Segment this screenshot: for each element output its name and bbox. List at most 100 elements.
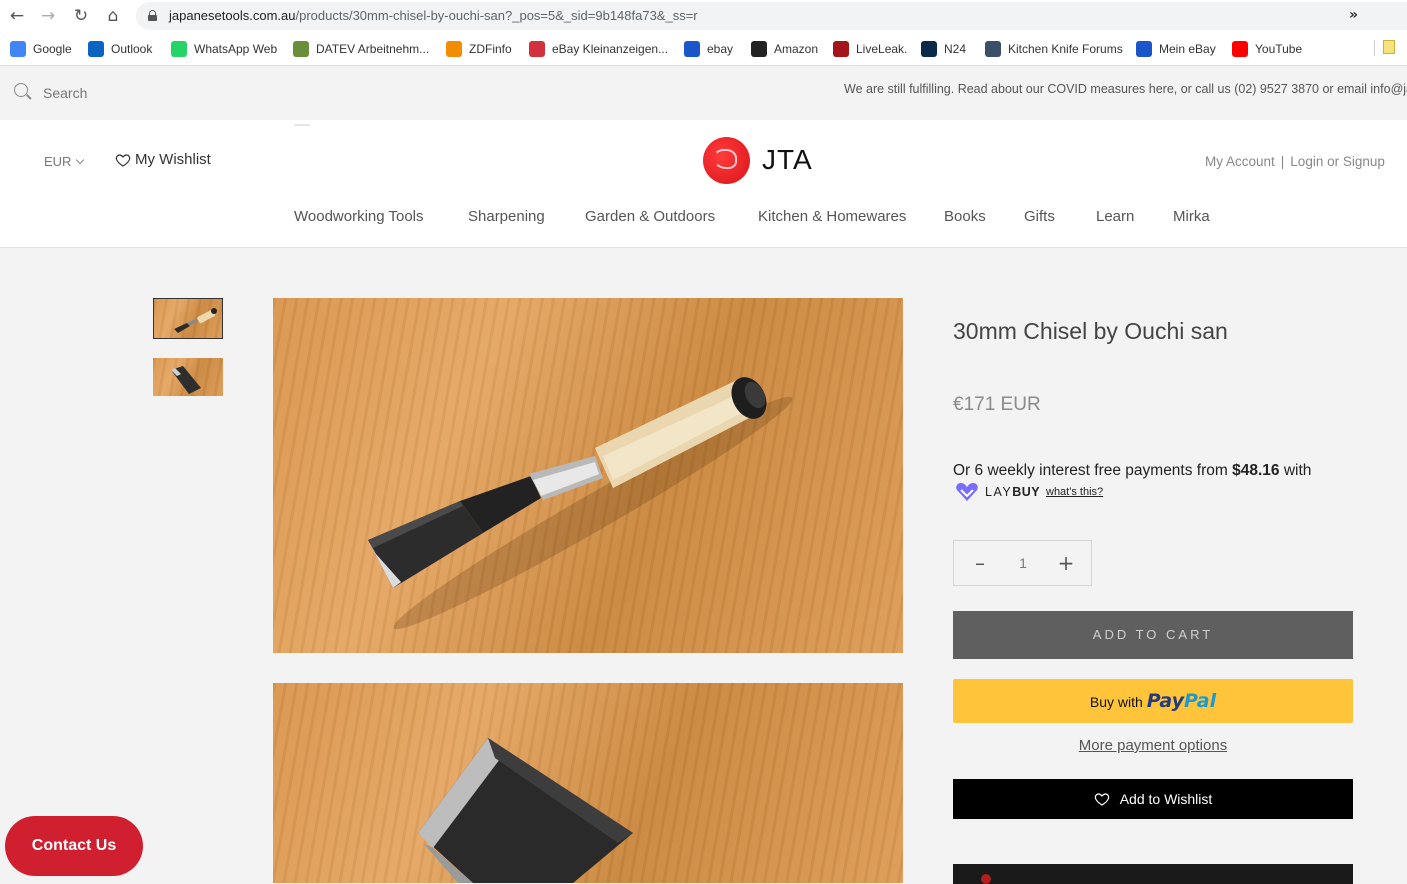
search-icon (14, 83, 32, 101)
announcement-bar: We are still fulfilling. Read about our … (0, 67, 1407, 120)
bookmark-liveleak[interactable]: LiveLeak. (833, 40, 907, 58)
bookmark-label: Google (33, 42, 72, 56)
nav-mirka[interactable]: Mirka (1173, 208, 1210, 225)
google-icon (10, 41, 26, 57)
kkf-icon (985, 41, 1001, 57)
url-text[interactable]: japanesetools.com.au/products/30mm-chise… (169, 8, 698, 23)
currency-label: EUR (44, 154, 72, 169)
bookmark-zdfinfo[interactable]: ZDFinfo (446, 40, 512, 58)
product-title: 30mm Chisel by Ouchi san (953, 318, 1228, 344)
contact-us-button[interactable]: Contact Us (5, 816, 143, 876)
product-thumbnail-2[interactable] (153, 358, 223, 396)
search-input[interactable] (43, 83, 343, 103)
minus-icon[interactable]: – (970, 553, 990, 573)
bookmark-label: ebay (707, 42, 734, 56)
laybuy-logo: LAYBUY (955, 482, 1040, 502)
bookmark-kitchen-knife-forums[interactable]: Kitchen Knife Forums (985, 40, 1123, 58)
home-icon[interactable]: ⌂ (102, 6, 124, 26)
add-to-cart-button[interactable]: ADD TO CART (953, 611, 1353, 659)
bookmark-datev-arbeitnehm[interactable]: DATEV Arbeitnehm... (293, 40, 429, 58)
bookmark-label: DATEV Arbeitnehm... (316, 42, 430, 56)
nav-garden-outdoors[interactable]: Garden & Outdoors (585, 208, 715, 225)
kleinanzeigen-icon (529, 41, 545, 57)
paypal-logo-pal: Pal (1184, 690, 1217, 712)
chisel-closeup-photo (418, 738, 633, 883)
bookmark-outlook[interactable]: Outlook (88, 40, 152, 58)
heart-icon (1094, 793, 1109, 806)
bookmark-label: LiveLeak. (856, 42, 908, 56)
bookmark-label: Outlook (111, 42, 153, 56)
bookmark-label: Kitchen Knife Forums (1008, 42, 1123, 56)
bookmarks-overflow-icon[interactable]: » (1349, 7, 1358, 23)
bookmark-label: WhatsApp Web (194, 42, 278, 56)
whats-this-link[interactable]: what's this? (1046, 486, 1103, 498)
n24-icon (921, 41, 937, 57)
laybuy-amount: $48.16 (1232, 462, 1280, 479)
bookmark-label: YouTube (1255, 42, 1303, 56)
product-secondary-image[interactable] (273, 683, 903, 883)
heart-icon (115, 153, 131, 167)
bookmark-ebay-kleinanzeigen[interactable]: eBay Kleinanzeigen... (529, 40, 668, 58)
nav-learn[interactable]: Learn (1096, 208, 1134, 225)
paypal-button[interactable]: Buy with PayPal (953, 679, 1353, 723)
laybuy-message: Or 6 weekly interest free payments from … (953, 462, 1311, 480)
liveleak-icon (833, 41, 849, 57)
lock-icon (148, 10, 157, 21)
url-host: japanesetools.com.au (169, 8, 296, 23)
product-main-image[interactable] (273, 298, 903, 653)
bookmark-amazon[interactable]: Amazon (751, 40, 818, 58)
whatsapp-icon (171, 41, 187, 57)
nav-kitchen-homewares[interactable]: Kitchen & Homewares (758, 208, 906, 225)
browser-toolbar: ← → ↻ ⌂ japanesetools.com.au/products/30… (0, 0, 1407, 33)
laybuy-heart-icon (956, 483, 978, 501)
outlook-icon (88, 41, 104, 57)
logo-text[interactable]: JTA (762, 144, 813, 176)
product-thumbnail-1[interactable] (153, 298, 223, 339)
mein-ebay-icon (1136, 41, 1152, 57)
jta-logo-icon[interactable] (703, 137, 750, 184)
quantity-stepper: – 1 + (953, 540, 1092, 586)
chisel-photo (368, 377, 793, 630)
my-wishlist-link[interactable]: My Wishlist (115, 151, 211, 168)
youtube-icon (1232, 41, 1248, 57)
bookmark-label: ZDFinfo (469, 42, 512, 56)
bookmarks-bar: Google Outlook WhatsApp Web DATEV Arbeitneh… (0, 33, 1407, 66)
plus-icon[interactable]: + (1056, 553, 1076, 573)
add-to-wishlist-label: Add to Wishlist (1119, 791, 1213, 807)
currency-selector[interactable]: EUR (44, 154, 85, 169)
quantity-value[interactable]: 1 (999, 555, 1047, 571)
chisel-closeup-thumb-image (171, 366, 201, 394)
bookmarks-divider (1374, 40, 1375, 56)
url-path: /products/30mm-chisel-by-ouchi-san?_pos=… (295, 8, 698, 23)
nav-sharpening[interactable]: Sharpening (468, 208, 545, 225)
bookmark-mein-ebay[interactable]: Mein eBay (1136, 40, 1216, 58)
forward-arrow-icon[interactable]: → (37, 6, 59, 26)
more-payment-options-link[interactable]: More payment options (953, 737, 1353, 754)
paypal-buy-with: Buy with (1089, 694, 1143, 710)
back-arrow-icon[interactable]: ← (6, 6, 28, 26)
laybuy-wordmark-light: LAY (985, 485, 1013, 499)
my-account-link[interactable]: My Account (1205, 154, 1275, 169)
nav-woodworking-tools[interactable]: Woodworking Tools (294, 208, 424, 225)
bookmark-whatsapp-web[interactable]: WhatsApp Web (171, 40, 277, 58)
bookmark-label: Amazon (774, 42, 819, 56)
bookmark-youtube[interactable]: YouTube (1232, 40, 1302, 58)
covid-announcement[interactable]: We are still fulfilling. Read about our … (844, 82, 1407, 96)
laybuy-wordmark: LAYBUY (985, 485, 1040, 499)
login-signup-link[interactable]: Login or Signup (1290, 154, 1385, 169)
folder-icon[interactable] (1383, 40, 1395, 54)
add-to-wishlist-button[interactable]: Add to Wishlist (953, 779, 1353, 819)
nav-books[interactable]: Books (944, 208, 986, 225)
bookmark-ebay[interactable]: ebay (684, 40, 733, 58)
promo-banner[interactable] (953, 864, 1353, 884)
laybuy-prefix: Or 6 weekly interest free payments from (953, 462, 1233, 479)
address-bar[interactable]: japanesetools.com.au/products/30mm-chise… (136, 2, 1407, 30)
nav-gifts[interactable]: Gifts (1024, 208, 1055, 225)
bookmark-google[interactable]: Google (10, 40, 72, 58)
laybuy-suffix: with (1279, 462, 1312, 479)
reload-icon[interactable]: ↻ (70, 6, 92, 26)
amazon-icon (751, 41, 767, 57)
bookmark-n24[interactable]: N24 (921, 40, 966, 58)
chevron-down-icon (76, 155, 85, 165)
my-wishlist-label: My Wishlist (135, 151, 211, 168)
